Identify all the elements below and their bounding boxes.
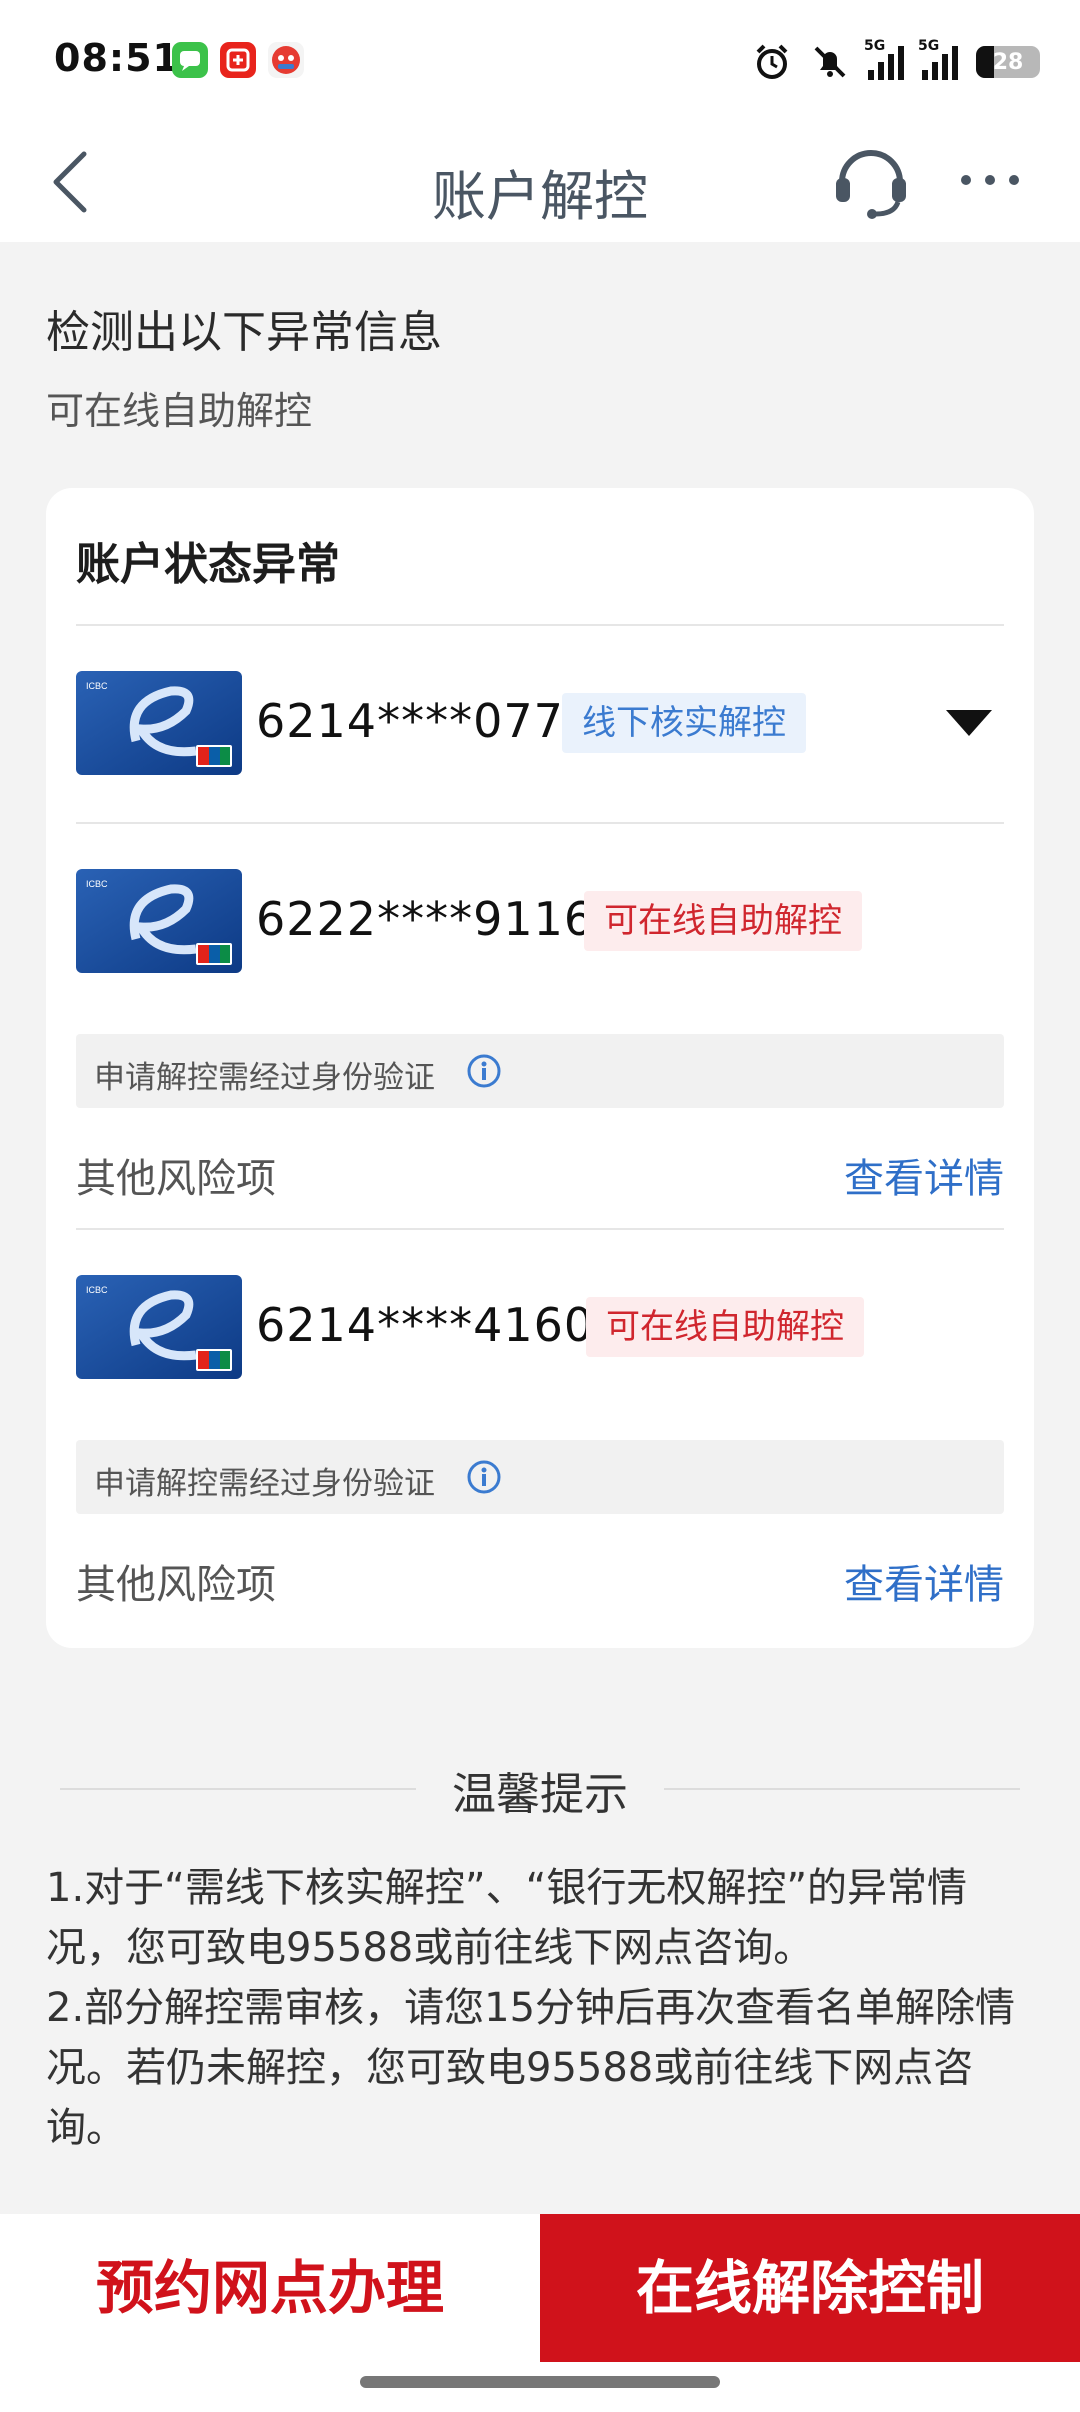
status-badge: 可在线自助解控: [584, 891, 862, 951]
status-right-group: 5G 5G 28: [752, 38, 1040, 86]
battery-icon: 28: [976, 46, 1040, 78]
taobao-app-icon: [220, 42, 256, 78]
account-number: 6214****4160: [256, 1298, 595, 1352]
account-row[interactable]: ICBC 6214****0770 线下核实解控: [76, 668, 1004, 778]
signal-label-2: 5G: [918, 38, 940, 54]
more-icon: [961, 175, 1019, 185]
info-icon[interactable]: [466, 1459, 502, 1495]
view-details-link[interactable]: 查看详情: [844, 1552, 1004, 1610]
tips-item: 1.对于“需线下核实解控”、“银行无权解控”的异常情况，您可致电95588或前往…: [46, 1865, 968, 1971]
message-app-icon: [172, 42, 208, 78]
status-badge: 可在线自助解控: [586, 1297, 864, 1357]
bank-card-icon: ICBC: [76, 869, 242, 973]
battery-level: 28: [992, 49, 1024, 75]
more-button[interactable]: [950, 152, 1030, 208]
verify-note-text: 申请解控需经过身份验证: [94, 1060, 435, 1096]
intro-title: 检测出以下异常信息: [46, 307, 442, 358]
divider: [76, 624, 1004, 626]
view-details-link[interactable]: 查看详情: [844, 1146, 1004, 1204]
customer-service-button[interactable]: [828, 136, 914, 222]
red-app-icon: [268, 42, 304, 78]
intro-subtitle: 可在线自助解控: [46, 389, 313, 433]
divider: [76, 822, 1004, 824]
nav-bar: 账户解控: [0, 122, 1080, 242]
info-icon[interactable]: [466, 1053, 502, 1089]
tips-body: 1.对于“需线下核实解控”、“银行无权解控”的异常情况，您可致电95588或前往…: [46, 1858, 1036, 2158]
account-status-card: 账户状态异常 ICBC 6214****0770 线下核实解控 ICBC 622…: [46, 488, 1034, 1648]
account-row[interactable]: ICBC 6222****9116 可在线自助解控: [76, 866, 1004, 976]
svg-text:ICBC: ICBC: [86, 681, 108, 691]
risk-label: 其他风险项: [76, 1562, 276, 1608]
alarm-icon: [756, 44, 788, 79]
svg-text:ICBC: ICBC: [86, 879, 108, 889]
svg-text:ICBC: ICBC: [86, 1285, 108, 1295]
appointment-button[interactable]: 预约网点办理: [0, 2214, 540, 2362]
card-title: 账户状态异常: [76, 539, 340, 590]
tips-title: 温馨提示: [452, 1769, 628, 1820]
verify-note: 申请解控需经过身份验证: [76, 1034, 1004, 1108]
account-number: 6222****9116: [256, 892, 595, 946]
tips-item: 2.部分解控需审核，请您15分钟后再次查看名单解除情况。若仍未解控，您可致电95…: [46, 1985, 1016, 2151]
tips-line-right: [664, 1788, 1020, 1790]
chevron-down-icon[interactable]: [944, 706, 994, 740]
divider: [76, 1228, 1004, 1230]
online-release-button[interactable]: 在线解除控制: [540, 2214, 1080, 2362]
account-row[interactable]: ICBC 6214****4160 可在线自助解控: [76, 1272, 1004, 1382]
home-indicator[interactable]: [360, 2376, 720, 2388]
verify-note: 申请解控需经过身份验证: [76, 1440, 1004, 1514]
risk-row: 其他风险项 查看详情: [76, 1552, 1004, 1612]
tips-header: 温馨提示: [60, 1752, 1020, 1822]
bank-card-icon: ICBC: [76, 1275, 242, 1379]
verify-note-text: 申请解控需经过身份验证: [94, 1466, 435, 1502]
mute-bell-icon: [814, 46, 846, 78]
signal-label: 5G: [864, 38, 886, 54]
account-number: 6214****0770: [256, 694, 595, 748]
risk-row: 其他风险项 查看详情: [76, 1146, 1004, 1206]
headset-icon: [836, 150, 906, 219]
status-time: 08:51: [54, 36, 180, 80]
signal-icon-2: 5G: [918, 38, 958, 80]
bank-card-icon: ICBC: [76, 671, 242, 775]
status-bar: 08:51 5G 5G 28: [0, 0, 1080, 122]
signal-icon: 5G: [864, 38, 904, 80]
status-badge: 线下核实解控: [562, 693, 806, 753]
page-title: 账户解控: [432, 165, 648, 228]
risk-label: 其他风险项: [76, 1156, 276, 1202]
